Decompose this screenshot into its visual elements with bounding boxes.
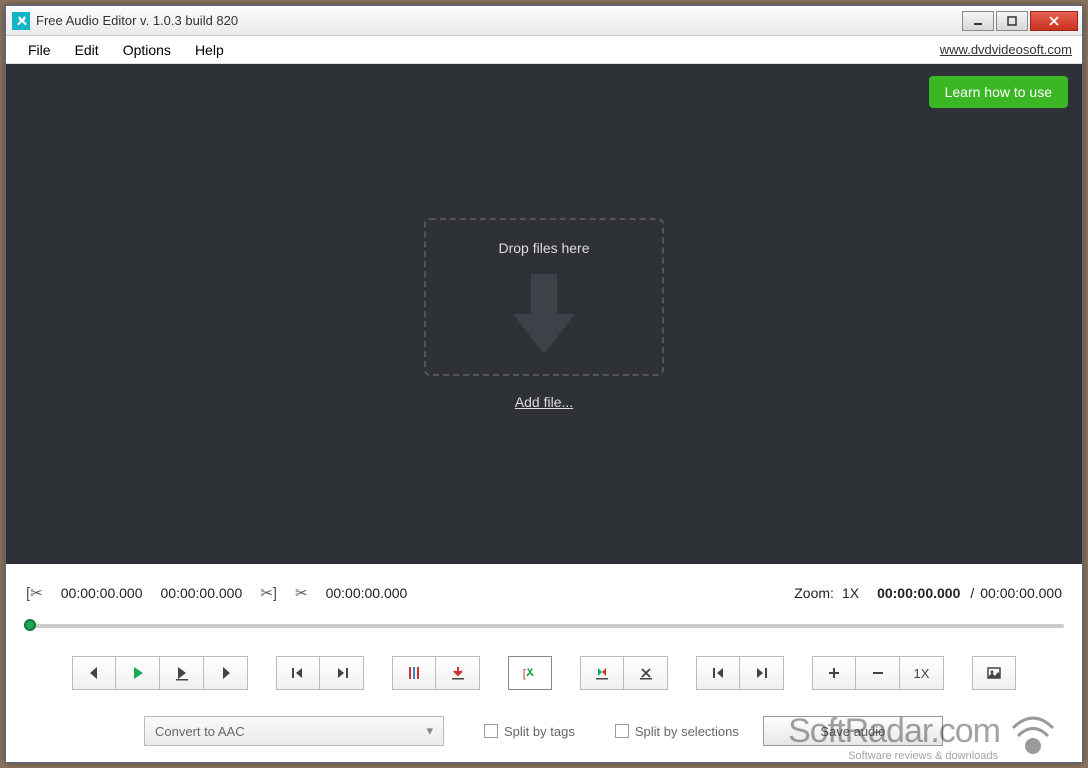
convert-dropdown[interactable]: Convert to AAC [144, 716, 444, 746]
zoom-reset-button[interactable]: 1X [900, 656, 944, 690]
drop-zone[interactable]: Drop files here [424, 218, 664, 376]
menu-file[interactable]: File [16, 38, 63, 62]
split-selections-checkbox[interactable]: Split by selections [615, 724, 739, 739]
go-start-button[interactable] [696, 656, 740, 690]
app-icon [12, 12, 30, 30]
titlebar: Free Audio Editor v. 1.0.3 build 820 [6, 6, 1082, 36]
position-slider[interactable] [24, 616, 1064, 634]
zoom-in-button[interactable] [812, 656, 856, 690]
next-button[interactable] [204, 656, 248, 690]
skip-forward-button[interactable] [320, 656, 364, 690]
convert-label: Convert to AAC [155, 724, 245, 739]
split-marker-button[interactable] [580, 656, 624, 690]
zoom-label: Zoom: [794, 585, 834, 601]
add-file-link[interactable]: Add file... [515, 394, 573, 410]
menubar: File Edit Options Help www.dvdvideosoft.… [6, 36, 1082, 64]
drop-text: Drop files here [498, 240, 589, 256]
close-button[interactable] [1030, 11, 1078, 31]
maximize-button[interactable] [996, 11, 1028, 31]
image-button[interactable] [972, 656, 1016, 690]
sel-start-time: 00:00:00.000 [61, 585, 143, 601]
delete-marker-button[interactable] [624, 656, 668, 690]
controls-area: [✂ 00:00:00.000 00:00:00.000 ✂] ✂ 00:00:… [6, 564, 1082, 762]
split-tags-checkbox[interactable]: Split by tags [484, 724, 575, 739]
skip-back-button[interactable] [276, 656, 320, 690]
workspace: Learn how to use Drop files here Add fil… [6, 64, 1082, 564]
add-marker-button[interactable] [436, 656, 480, 690]
slider-thumb[interactable] [24, 619, 36, 631]
bottom-row: Convert to AAC Split by tags Split by se… [24, 700, 1064, 748]
toolbar: [ 1X [24, 652, 1064, 700]
prev-button[interactable] [72, 656, 116, 690]
checkbox-icon [615, 724, 629, 738]
window-controls [962, 11, 1078, 31]
zoom-out-button[interactable] [856, 656, 900, 690]
minimize-button[interactable] [962, 11, 994, 31]
cut-selection-button[interactable]: [ [508, 656, 552, 690]
menu-edit[interactable]: Edit [63, 38, 111, 62]
checkbox-icon [484, 724, 498, 738]
sel-start-bracket-icon: [✂ [26, 584, 43, 602]
play-selection-button[interactable] [160, 656, 204, 690]
sel-end-time: 00:00:00.000 [161, 585, 243, 601]
menu-options[interactable]: Options [111, 38, 183, 62]
time-row: [✂ 00:00:00.000 00:00:00.000 ✂] ✂ 00:00:… [24, 570, 1064, 612]
menu-help[interactable]: Help [183, 38, 236, 62]
cursor-scissors-icon: ✂ [295, 584, 308, 602]
sel-end-bracket-icon: ✂] [260, 584, 277, 602]
site-link[interactable]: www.dvdvideosoft.com [940, 42, 1072, 57]
window-title: Free Audio Editor v. 1.0.3 build 820 [36, 13, 962, 28]
time-separator: / [970, 585, 974, 601]
down-arrow-icon [509, 274, 579, 354]
play-button[interactable] [116, 656, 160, 690]
save-audio-button[interactable]: Save audio [763, 716, 943, 746]
cursor-time: 00:00:00.000 [326, 585, 408, 601]
current-time: 00:00:00.000 [877, 585, 960, 601]
svg-text:[: [ [523, 668, 527, 680]
app-window: Free Audio Editor v. 1.0.3 build 820 Fil… [5, 5, 1083, 763]
learn-how-button[interactable]: Learn how to use [929, 76, 1068, 108]
total-time: 00:00:00.000 [980, 585, 1062, 601]
zoom-value: 1X [842, 585, 859, 601]
set-markers-button[interactable] [392, 656, 436, 690]
go-end-button[interactable] [740, 656, 784, 690]
